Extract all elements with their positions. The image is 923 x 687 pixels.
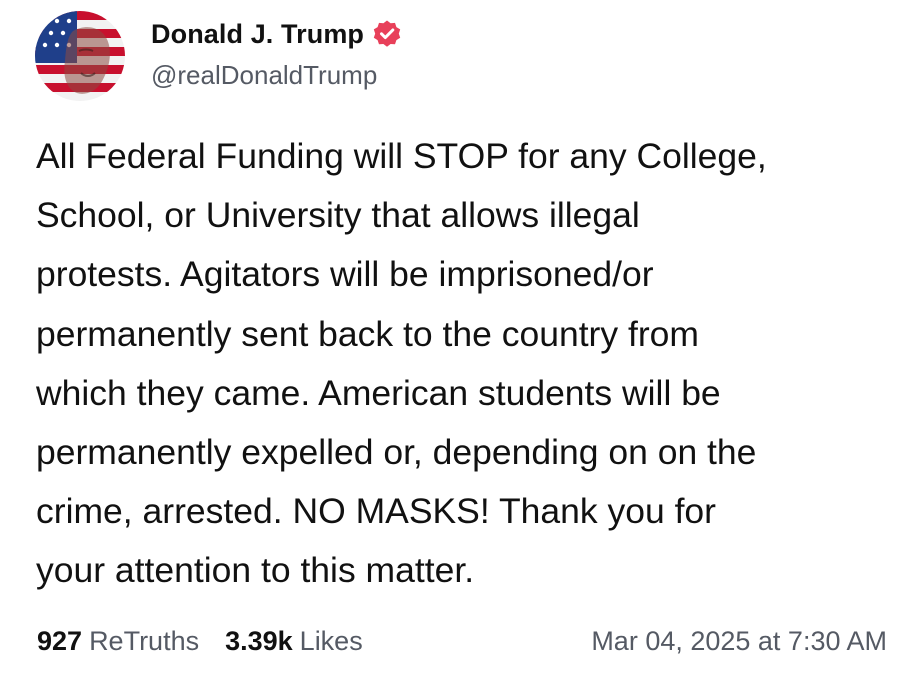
author-name-row: Donald J. Trump — [151, 16, 402, 52]
likes-count: 3.39k — [225, 625, 293, 656]
likes-label: Likes — [299, 625, 363, 656]
verified-badge-icon — [372, 19, 402, 49]
retruths-label: ReTruths — [89, 625, 200, 656]
retruths-count: 927 — [37, 625, 83, 656]
author-block: Donald J. Trump @realDonaldTrump — [151, 16, 402, 91]
likes-stat[interactable]: 3.39k Likes — [225, 626, 363, 657]
avatar-image — [35, 11, 125, 101]
post-footer: 927 ReTruths 3.39k Likes Mar 04, 2025 at… — [37, 621, 887, 661]
avatar[interactable] — [35, 11, 125, 101]
post-text: All Federal Funding will STOP for any Co… — [36, 136, 767, 591]
author-display-name[interactable]: Donald J. Trump — [151, 19, 364, 50]
author-handle[interactable]: @realDonaldTrump — [151, 60, 402, 91]
post-card: Donald J. Trump @realDonaldTrump All Fed… — [0, 0, 923, 687]
retruths-stat[interactable]: 927 ReTruths — [37, 626, 199, 657]
post-timestamp[interactable]: Mar 04, 2025 at 7:30 AM — [591, 626, 887, 657]
